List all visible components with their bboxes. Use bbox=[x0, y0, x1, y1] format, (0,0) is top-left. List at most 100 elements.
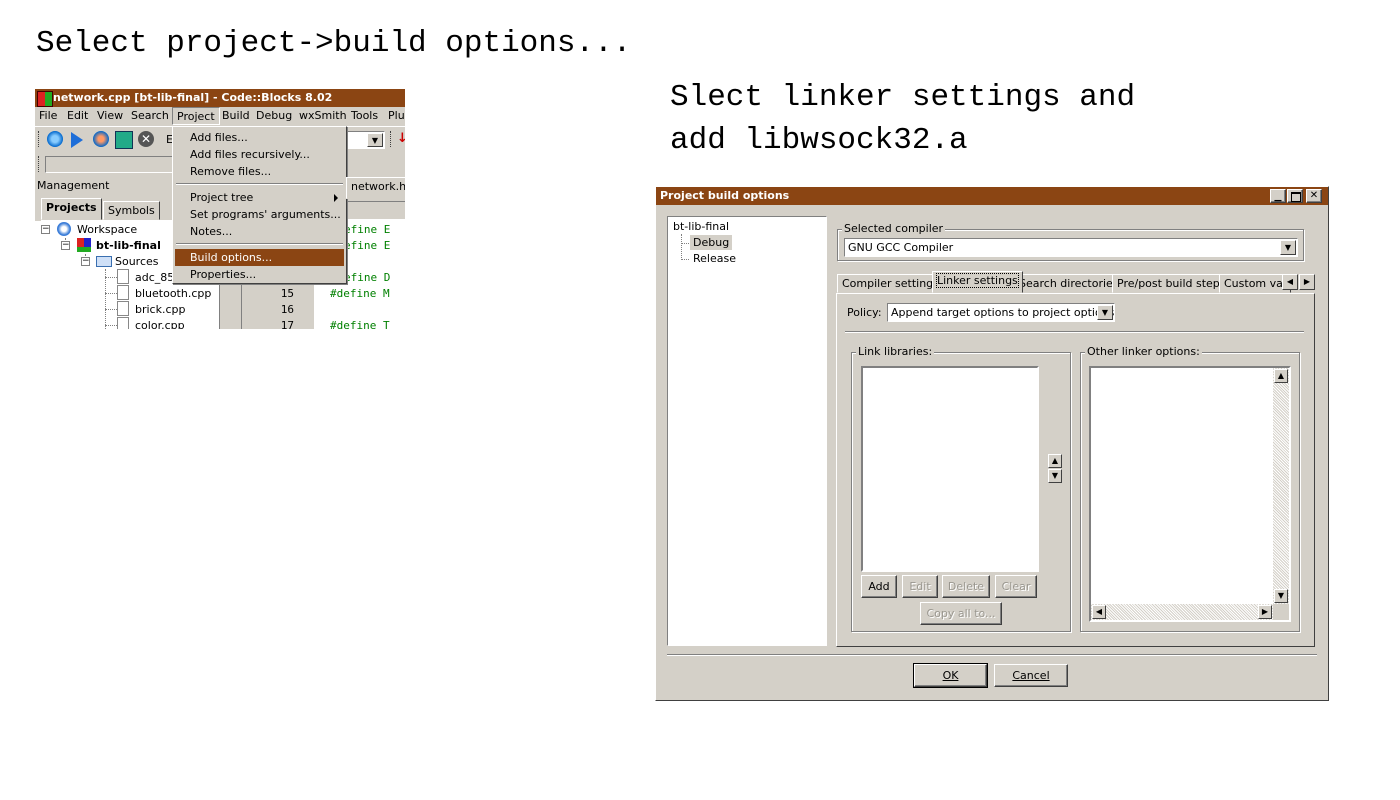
menu-build-options[interactable]: Build options... bbox=[175, 249, 344, 266]
tab-pre-post-build-steps[interactable]: Pre/post build steps bbox=[1112, 274, 1231, 293]
compiler-select[interactable]: GNU GCC Compiler ▼ bbox=[844, 238, 1298, 257]
menu-separator bbox=[176, 243, 343, 245]
tab-linker-settings-label: Linker settings bbox=[936, 273, 1019, 288]
menu-project[interactable]: Project bbox=[172, 107, 220, 125]
target-debug[interactable]: Debug bbox=[690, 235, 733, 250]
workspace-label[interactable]: Workspace bbox=[77, 223, 137, 236]
tab-network-h-label: network.h bbox=[351, 180, 405, 193]
chevron-down-icon[interactable]: ▼ bbox=[1280, 240, 1296, 255]
target-project[interactable]: bt-lib-final bbox=[673, 220, 729, 233]
move-down-button[interactable]: ▼ bbox=[1048, 469, 1062, 483]
workspace-expander[interactable]: − bbox=[41, 225, 50, 234]
menu-set-arguments[interactable]: Set programs' arguments... bbox=[175, 206, 344, 223]
clear-libraries-button-label: Clear bbox=[1001, 580, 1031, 593]
menu-debug[interactable]: Debug bbox=[256, 109, 292, 122]
minimize-button[interactable]: ▁ bbox=[1270, 189, 1286, 203]
menu-plugins[interactable]: Plug bbox=[388, 109, 405, 122]
tree-guide bbox=[105, 293, 117, 294]
menu-project-tree[interactable]: Project tree bbox=[175, 189, 344, 206]
clear-libraries-button[interactable]: Clear bbox=[995, 575, 1037, 598]
tab-search-directories[interactable]: Search directories bbox=[1014, 274, 1124, 293]
menu-notes[interactable]: Notes... bbox=[175, 223, 344, 240]
build-target-combo[interactable]: ▼ bbox=[345, 131, 385, 149]
code-line: efine E bbox=[344, 223, 391, 236]
menu-edit[interactable]: Edit bbox=[67, 109, 88, 122]
policy-value: Append target options to project options bbox=[891, 306, 1115, 319]
scroll-up-button[interactable]: ▲ bbox=[1274, 369, 1288, 383]
arrow-right-icon: ▶ bbox=[1303, 277, 1311, 286]
step-into-icon[interactable]: ↓ bbox=[397, 131, 405, 146]
project-menu: Add files... Add files recursively... Re… bbox=[172, 126, 347, 284]
edit-library-button[interactable]: Edit bbox=[902, 575, 938, 598]
other-linker-options-textarea[interactable]: ▲ ▼ ◀ ▶ bbox=[1089, 366, 1291, 622]
policy-select[interactable]: Append target options to project options… bbox=[887, 303, 1115, 322]
menu-properties[interactable]: Properties... bbox=[175, 266, 344, 283]
other-linker-options-label: Other linker options: bbox=[1085, 345, 1202, 358]
menu-add-files[interactable]: Add files... bbox=[175, 129, 344, 146]
tree-guide bbox=[105, 309, 117, 310]
vertical-scrollbar[interactable] bbox=[1273, 368, 1289, 604]
maximize-button[interactable] bbox=[1287, 189, 1303, 203]
link-libraries-list[interactable] bbox=[861, 366, 1039, 572]
debug-window-icon[interactable] bbox=[115, 131, 133, 149]
file-color[interactable]: color.cpp bbox=[135, 319, 185, 329]
page-separator bbox=[845, 331, 1304, 333]
close-icon: ✕ bbox=[1309, 190, 1319, 201]
compiler-value: GNU GCC Compiler bbox=[848, 241, 954, 254]
run-icon[interactable] bbox=[71, 132, 83, 148]
menu-view[interactable]: View bbox=[97, 109, 123, 122]
dialog-separator bbox=[667, 654, 1317, 656]
close-button[interactable]: ✕ bbox=[1306, 189, 1322, 203]
tab-custom-variables[interactable]: Custom vari bbox=[1219, 274, 1291, 293]
line-number: 16 bbox=[280, 303, 294, 316]
menu-project-tree-label: Project tree bbox=[190, 191, 254, 204]
menu-search[interactable]: Search bbox=[131, 109, 169, 122]
move-up-button[interactable]: ▲ bbox=[1048, 454, 1062, 468]
build-options-dialog: Project build options ▁ ✕ bt-lib-final D… bbox=[655, 186, 1329, 701]
sources-expander[interactable]: − bbox=[81, 257, 90, 266]
scroll-down-button[interactable]: ▼ bbox=[1274, 589, 1288, 603]
copy-all-to-button[interactable]: Copy all to... bbox=[920, 602, 1002, 625]
sources-label[interactable]: Sources bbox=[115, 255, 159, 268]
menu-wxsmith[interactable]: wxSmith bbox=[299, 109, 347, 122]
chevron-down-icon[interactable]: ▼ bbox=[1097, 305, 1113, 320]
tab-projects[interactable]: Projects bbox=[41, 198, 102, 220]
target-release[interactable]: Release bbox=[693, 252, 736, 265]
tab-linker-settings[interactable]: Linker settings bbox=[932, 271, 1023, 293]
delete-library-button[interactable]: Delete bbox=[942, 575, 990, 598]
abort-icon[interactable]: ✕ bbox=[138, 131, 154, 147]
code-line: #define M bbox=[330, 287, 390, 300]
menu-remove-files[interactable]: Remove files... bbox=[175, 163, 344, 180]
menu-add-files-recursively[interactable]: Add files recursively... bbox=[175, 146, 344, 163]
tab-scroll-right-button[interactable]: ▶ bbox=[1299, 274, 1315, 290]
menu-file[interactable]: File bbox=[39, 109, 57, 122]
ok-button[interactable]: OK bbox=[913, 663, 988, 688]
tab-symbols-label: Symbols bbox=[108, 204, 155, 217]
scroll-right-button[interactable]: ▶ bbox=[1258, 605, 1272, 619]
cancel-button[interactable]: Cancel bbox=[994, 664, 1068, 687]
arrow-up-icon: ▲ bbox=[1277, 371, 1285, 380]
tab-symbols[interactable]: Symbols bbox=[103, 201, 160, 220]
file-brick[interactable]: brick.cpp bbox=[135, 303, 186, 316]
project-label[interactable]: bt-lib-final bbox=[96, 239, 161, 252]
targets-tree: bt-lib-final Debug Release bbox=[667, 216, 827, 646]
arrow-down-icon: ▼ bbox=[1277, 591, 1285, 600]
toolbar-grip-3 bbox=[38, 156, 41, 172]
add-library-button[interactable]: Add bbox=[861, 575, 897, 598]
menu-tools[interactable]: Tools bbox=[351, 109, 378, 122]
tab-compiler-settings[interactable]: Compiler settings bbox=[837, 274, 944, 293]
rebuild-icon[interactable] bbox=[47, 131, 63, 147]
horizontal-scrollbar[interactable] bbox=[1091, 604, 1273, 620]
menu-build[interactable]: Build bbox=[222, 109, 250, 122]
tab-network-h[interactable]: network.h bbox=[346, 177, 405, 199]
codeblocks-app-icon bbox=[37, 91, 53, 107]
scroll-left-button[interactable]: ◀ bbox=[1092, 605, 1106, 619]
maximize-icon bbox=[1291, 192, 1301, 202]
project-expander[interactable]: − bbox=[61, 241, 70, 250]
chevron-down-icon[interactable]: ▼ bbox=[367, 133, 383, 147]
add-library-button-label: Add bbox=[868, 580, 890, 593]
arrow-left-icon: ◀ bbox=[1095, 607, 1103, 616]
build-and-run-icon[interactable] bbox=[93, 131, 109, 147]
tab-scroll-left-button[interactable]: ◀ bbox=[1282, 274, 1298, 290]
file-bluetooth[interactable]: bluetooth.cpp bbox=[135, 287, 211, 300]
